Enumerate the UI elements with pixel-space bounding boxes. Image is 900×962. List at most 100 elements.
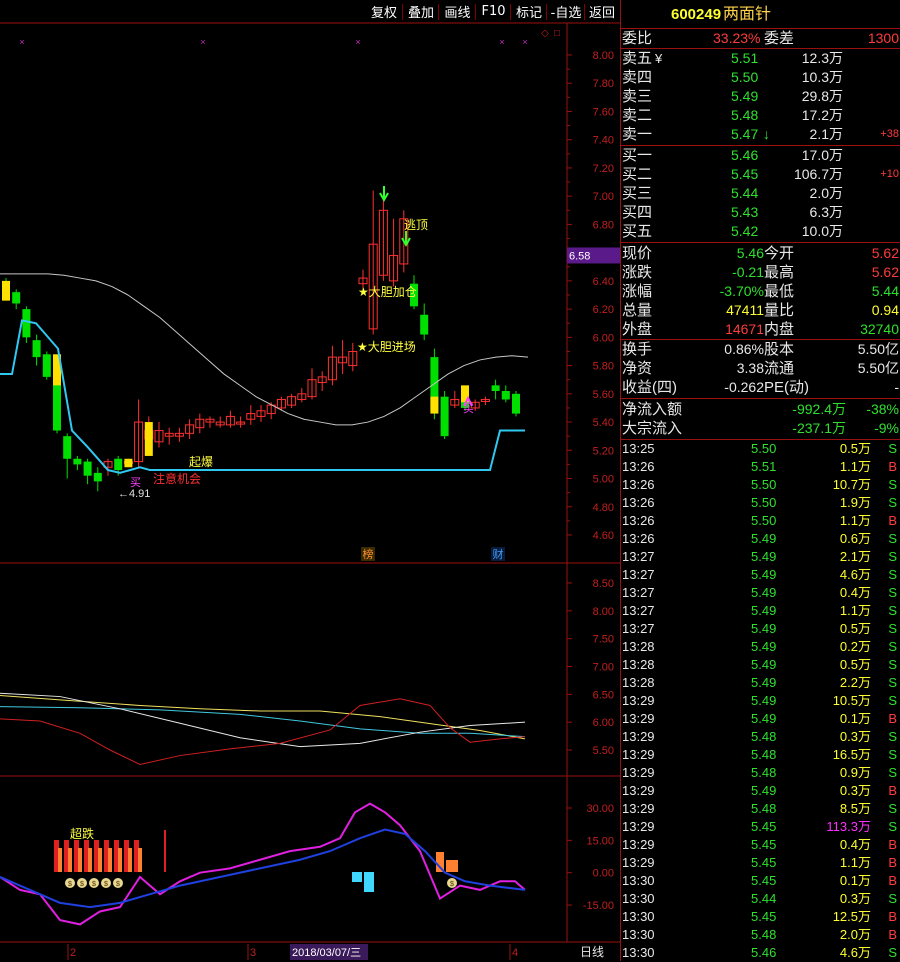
flow-label: 大宗流入	[622, 420, 683, 437]
fin-badge: 财	[493, 547, 504, 561]
sell-label: 卖四	[622, 69, 653, 86]
price-axis-label: 6.00	[593, 332, 614, 344]
tick-row: 13:29 5.45 0.4万 B	[621, 836, 900, 854]
flow-percent: -9%	[874, 420, 899, 436]
tick-volume: 8.5万	[839, 801, 871, 816]
price-axis-label: 5.40	[593, 417, 614, 429]
toolbar-separator	[510, 4, 511, 20]
share-value: 5.50亿	[857, 341, 899, 357]
tick-side: S	[888, 603, 897, 618]
tick-side: B	[888, 837, 897, 852]
tick-price: 5.50	[751, 513, 777, 528]
tick-volume: 0.5万	[839, 441, 871, 456]
tick-row: 13:30 5.45 0.1万 B	[621, 872, 900, 890]
super-drop-label: 超跌	[70, 826, 94, 841]
toolbar-button-1[interactable]: 叠加	[404, 2, 438, 21]
tick-side: S	[888, 567, 897, 582]
candle-body	[22, 309, 31, 338]
stat-label: 涨跌	[622, 264, 653, 281]
tick-time: 13:27	[622, 549, 655, 564]
buy-label: 买四	[622, 204, 653, 221]
tick-time: 13:29	[622, 801, 655, 816]
sell-row: 卖三 5.49 29.8万	[621, 87, 900, 106]
toolbar-button-0[interactable]: 复权	[366, 2, 402, 21]
toolbar-button-2[interactable]: 画线	[440, 2, 475, 21]
tick-row: 13:29 5.48 8.5万 S	[621, 800, 900, 818]
tick-row: 13:29 5.45 113.3万 S	[621, 818, 900, 836]
date-mark: 3	[250, 947, 256, 959]
toolbar-button-4[interactable]: 标记	[512, 2, 546, 21]
mid-axis-label: 6.00	[593, 717, 614, 729]
kline-chart-svg[interactable]: 8.007.807.607.407.207.006.806.606.406.20…	[0, 0, 620, 961]
share-row: 换手 0.86% 股本 5.50亿	[621, 340, 900, 359]
rank-badge: 榜	[363, 547, 374, 561]
tick-row: 13:29 5.48 16.5万 S	[621, 746, 900, 764]
signal-cross-icon: ×	[499, 37, 504, 47]
signal-cross-icon: ×	[355, 37, 360, 47]
signal-cross-icon: ×	[522, 37, 527, 47]
buy-volume: 106.7万	[793, 166, 843, 182]
tick-volume: 0.5万	[839, 621, 871, 636]
buy-price: 5.45	[731, 166, 759, 182]
tick-side: S	[888, 585, 897, 600]
candle-body	[12, 292, 21, 304]
stat-row: 外盘 14671 内盘 32740	[621, 320, 900, 339]
buy-row: 买二 5.45 106.7万 +10	[621, 165, 900, 184]
tick-row: 13:27 5.49 0.4万 S	[621, 584, 900, 602]
tick-time: 13:27	[622, 567, 655, 582]
tick-price: 5.48	[751, 801, 777, 816]
toolbar-separator	[402, 4, 403, 20]
period-label: 日线	[580, 945, 604, 959]
stat-label: 外盘	[622, 321, 653, 338]
price-axis-label: 4.60	[593, 530, 614, 542]
signal-bar	[128, 848, 132, 872]
price-axis-label: 7.80	[593, 78, 614, 90]
stat-value: 5.46	[736, 245, 764, 261]
tick-side: S	[888, 549, 897, 564]
tick-time: 13:29	[622, 693, 655, 708]
stat-value: 32740	[860, 321, 899, 337]
toolbar-button-3[interactable]: F10	[477, 2, 510, 21]
tick-time: 13:29	[622, 783, 655, 798]
tick-row: 13:27 5.49 1.1万 S	[621, 602, 900, 620]
stat-value: 5.62	[871, 245, 899, 261]
sell-label: 卖一	[622, 126, 653, 143]
tick-volume: 0.6万	[839, 531, 871, 546]
price-axis-label: 7.60	[593, 106, 614, 118]
toolbar-separator	[438, 4, 439, 20]
stat-row: 涨幅 -3.70% 最低 5.44	[621, 282, 900, 301]
tick-price: 5.49	[751, 657, 777, 672]
tick-time: 13:26	[622, 513, 655, 528]
tick-row: 13:30 5.46 4.6万 S	[621, 944, 900, 962]
tick-row: 13:29 5.48 0.9万 S	[621, 764, 900, 782]
candle-body	[83, 461, 92, 476]
sell-row: 卖二 5.48 17.2万	[621, 106, 900, 125]
tick-time: 13:30	[622, 909, 655, 924]
tick-row: 13:30 5.48 2.0万 B	[621, 926, 900, 944]
tick-price: 5.45	[751, 819, 777, 834]
tick-side: S	[888, 945, 897, 960]
buy-volume: 2.0万	[809, 185, 843, 201]
buy-row: 买三 5.44 2.0万	[621, 184, 900, 203]
toolbar-button-6[interactable]: 返回	[586, 2, 618, 21]
price-axis-label: 6.80	[593, 219, 614, 231]
sell-change: +38	[880, 128, 899, 140]
candle-body	[501, 391, 510, 400]
coin-glyph: $	[80, 881, 84, 888]
tick-time: 13:26	[622, 459, 655, 474]
weibi-label: 委比	[622, 30, 653, 47]
signal-bar	[68, 848, 72, 872]
signal-bar	[88, 848, 92, 872]
buy-label: 买一	[622, 147, 653, 164]
signal-bar	[108, 848, 112, 872]
tick-price: 5.48	[751, 729, 777, 744]
cyan-signal-block	[364, 872, 374, 892]
coin-glyph: $	[68, 881, 72, 888]
candle-body	[32, 340, 41, 358]
kline-chart-area[interactable]: 8.007.807.607.407.207.006.806.606.406.20…	[0, 0, 620, 961]
share-label: 流通	[764, 360, 795, 377]
share-value: 3.38	[736, 360, 764, 376]
sell-volume: 2.1万	[809, 126, 843, 142]
tick-side: S	[888, 621, 897, 636]
toolbar-button-5[interactable]: -自选	[548, 2, 584, 21]
